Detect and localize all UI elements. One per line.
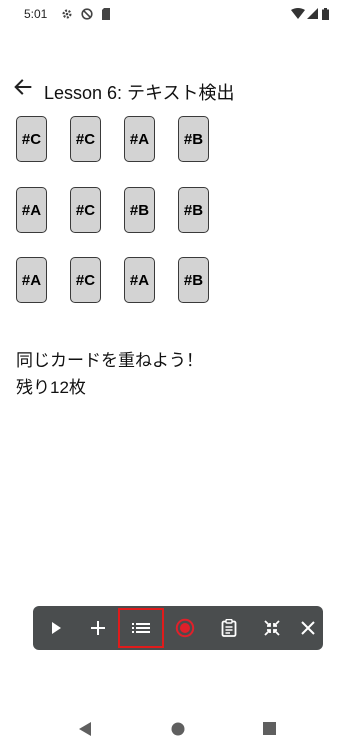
card[interactable]: #C (70, 257, 101, 303)
back-triangle-icon[interactable] (79, 722, 92, 736)
card[interactable]: #A (124, 116, 155, 162)
card[interactable]: #A (124, 257, 155, 303)
close-icon (301, 621, 315, 635)
home-circle-icon[interactable] (171, 722, 185, 736)
close-button[interactable] (289, 606, 327, 650)
status-time: 5:01 (24, 7, 48, 21)
card[interactable]: #C (16, 116, 47, 162)
battery-icon (322, 8, 329, 20)
collapse-icon (264, 620, 280, 636)
card[interactable]: #C (70, 116, 101, 162)
play-button[interactable] (37, 606, 75, 650)
card[interactable]: #A (16, 187, 47, 233)
settings-icon (62, 9, 72, 19)
arrow-left-icon[interactable] (12, 76, 34, 98)
play-icon (52, 622, 61, 634)
sd-card-icon (102, 8, 110, 20)
status-bar: 5:01 (0, 0, 356, 30)
instruction-text: 同じカードを重ねよう！ (16, 351, 203, 370)
list-button-highlight (118, 608, 164, 648)
recents-square-icon[interactable] (263, 722, 276, 735)
card[interactable]: #B (124, 187, 155, 233)
wifi-icon (291, 8, 305, 19)
add-button[interactable] (79, 606, 117, 650)
floating-toolbar (33, 606, 323, 650)
remaining-count: 残り12枚 (16, 378, 86, 397)
clipboard-icon (221, 619, 237, 637)
app-bar: Lesson 6: テキスト検出 (0, 70, 356, 110)
card[interactable]: #C (70, 187, 101, 233)
record-button[interactable] (166, 606, 204, 650)
card[interactable]: #B (178, 116, 209, 162)
collapse-button[interactable] (253, 606, 291, 650)
no-entry-icon (81, 8, 93, 20)
card[interactable]: #A (16, 257, 47, 303)
card[interactable]: #B (178, 187, 209, 233)
add-icon (91, 621, 105, 635)
clipboard-button[interactable] (210, 606, 248, 650)
nav-bar (0, 708, 356, 752)
signal-icon (307, 8, 318, 19)
record-icon (175, 618, 195, 638)
card[interactable]: #B (178, 257, 209, 303)
page-title: Lesson 6: テキスト検出 (44, 83, 235, 103)
